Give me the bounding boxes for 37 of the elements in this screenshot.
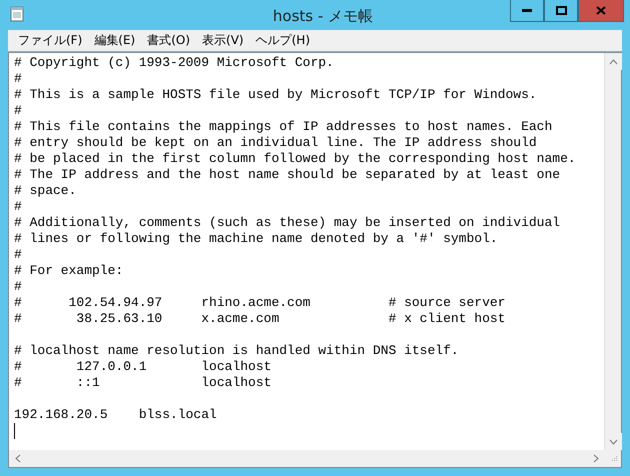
- text-line: # For example:: [14, 263, 124, 279]
- text-line: # be placed in the first column followed by the corresponding host name.: [14, 151, 577, 167]
- text-line: # Additionally, comments (such as these) may be inserted on individual: [14, 215, 562, 231]
- text-line: # This is a sample HOSTS file used by Microsoft TCP/IP for Windows.: [14, 87, 538, 103]
- text-line: # This file contains the mappings of IP addresses to host names. Each: [14, 119, 554, 135]
- menu-item[interactable]: 書式(O): [141, 31, 196, 50]
- text-line: # localhost name resolution is handled within DNS itself.: [14, 343, 460, 359]
- close-icon: [596, 6, 606, 15]
- menu-item[interactable]: 編集(E): [88, 31, 142, 50]
- text-line: # Copyright (c) 1993-2009 Microsoft Corp.: [14, 55, 335, 71]
- text-line: # lines or following the machine name denoted by a '#' symbol.: [14, 231, 499, 247]
- text-line: # space.: [14, 183, 78, 199]
- notepad-icon: [10, 6, 24, 22]
- menu-item[interactable]: ヘルプ(H): [250, 31, 316, 50]
- maximize-icon: [556, 6, 566, 15]
- text-line: #: [14, 247, 23, 263]
- close-button[interactable]: [578, 0, 624, 22]
- text-line: # 38.25.63.10 x.acme.com # x client host: [14, 311, 506, 327]
- text-line: # 127.0.0.1 localhost: [14, 359, 272, 375]
- text-line: # 102.54.94.97 rhino.acme.com # source server: [14, 295, 506, 311]
- text-line: #: [14, 279, 23, 295]
- text-line: 192.168.20.5 blss.local: [14, 407, 218, 423]
- minimize-icon: [522, 9, 532, 12]
- vertical-scrollbar[interactable]: [604, 53, 621, 450]
- window-title: hosts - メモ帳: [272, 7, 374, 25]
- menu-item[interactable]: ファイル(F): [12, 31, 88, 50]
- text-cursor: [14, 423, 15, 439]
- text-line: # entry should be kept on an individual line. The IP address should: [14, 135, 538, 151]
- maximize-button[interactable]: [544, 0, 578, 22]
- minimize-button[interactable]: [510, 0, 544, 22]
- text-line: #: [14, 71, 23, 87]
- text-line: # The IP address and the host name should be separated by at least one: [14, 167, 562, 183]
- horizontal-scrollbar[interactable]: [9, 450, 604, 467]
- text-line: #: [14, 103, 23, 119]
- menu-item[interactable]: 表示(V): [196, 31, 250, 50]
- text-line: # ::1 localhost: [14, 375, 272, 391]
- text-line: #: [14, 199, 23, 215]
